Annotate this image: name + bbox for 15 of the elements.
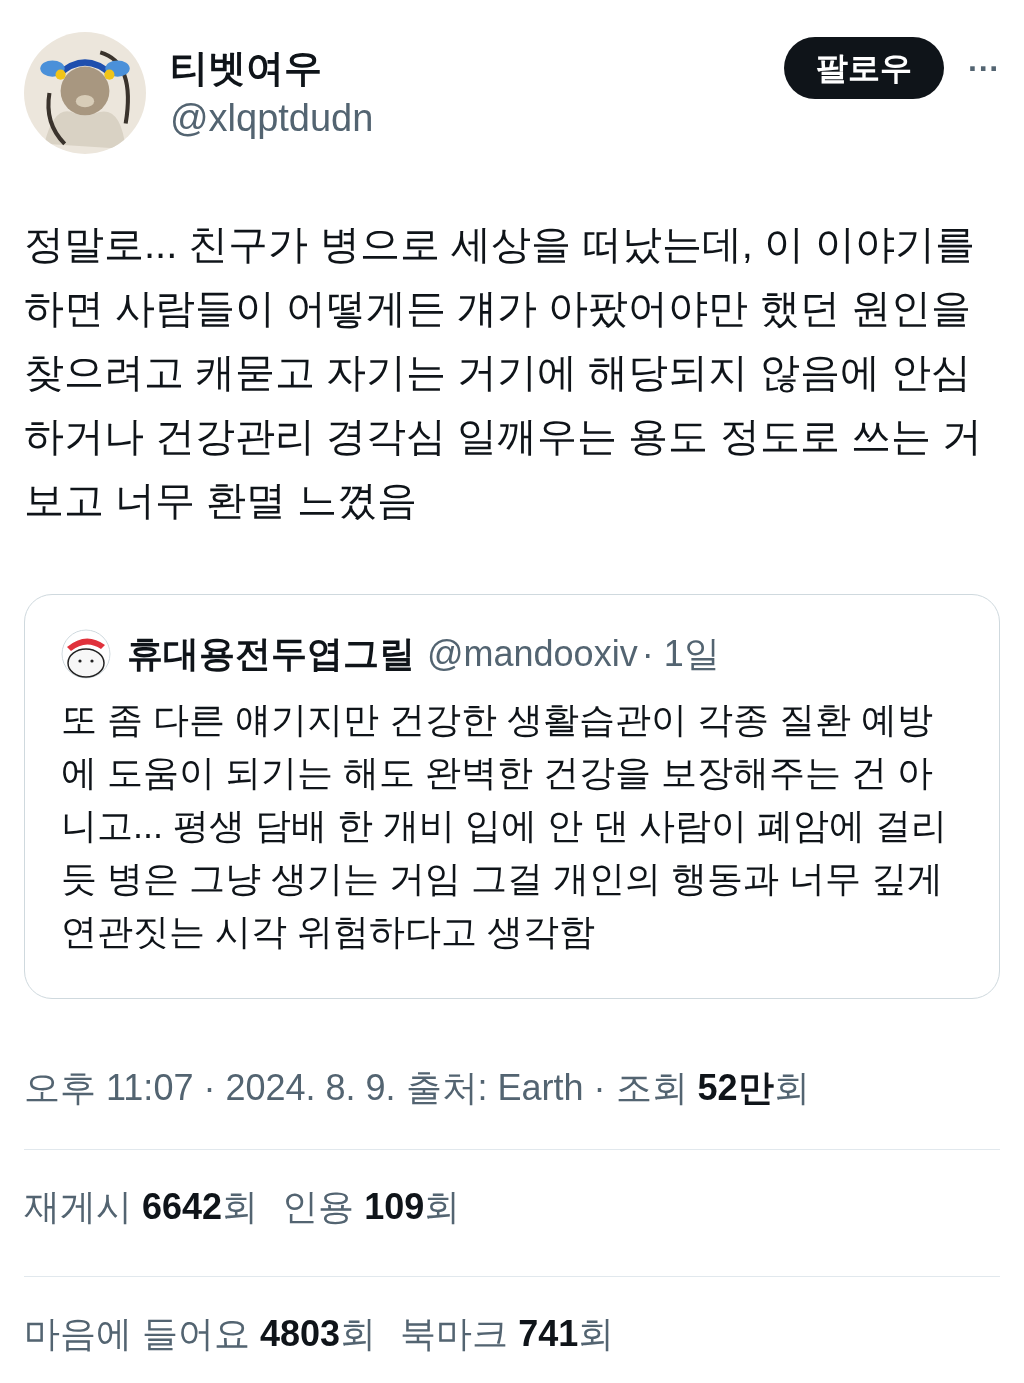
- quote-text: 또 좀 다른 얘기지만 건강한 생활습관이 각종 질환 예방에 도움이 되기는 해도 완벽한 건강을 보장해주는 건 아니고... 평생 담배 한 개비 입에 안 댄 사람이 폐암에 걸리듯 병은 그냥 생기는 거임 그걸 개인의 행동과 너무 깊게 연관짓는 시각 위험하다고 생각함: [61, 698, 949, 954]
- stat-count[interactable]: 인용 109회: [282, 1180, 461, 1234]
- stat-count[interactable]: 북마크 741회: [400, 1307, 615, 1361]
- stat-count[interactable]: 마음에 들어요 4803회: [24, 1307, 377, 1361]
- author-name[interactable]: 티벳여우: [170, 43, 785, 93]
- follow-button[interactable]: 팔로우: [784, 37, 945, 99]
- quote-author-handle: @mandooxiv: [427, 632, 638, 676]
- quote-card[interactable]: 휴대용전두엽그릴 @mandooxiv· 1일 또 좀 다른 얘기지만 건강한 생활습관이 각종 질환 예방에 도움이 되기는 해도 완벽한 건강을 보장해주는 건 아니고... 평생 담배 한 개비 입에 안 댄 사람이 폐암에 걸리듯 병은 그냥 생기는 거임 그걸 개인의 행동과 너무 깊게 연관짓는 시각 위험하다고 생각함: [24, 594, 1000, 999]
- stat-count[interactable]: 재게시 6642회: [24, 1180, 259, 1234]
- quote-time: · 1일: [641, 632, 720, 676]
- author-handle[interactable]: @xlqptdudn: [170, 93, 785, 143]
- more-button[interactable]: ···: [968, 44, 1000, 92]
- quote-author-name: 휴대용전두엽그릴: [127, 632, 415, 676]
- post-text: 정말로... 친구가 병으로 세상을 떠났는데, 이 이야기를 하면 사람들이 어떻게든 걔가 아팠어야만 했던 원인을 찾으려고 캐묻고 자기는 거기에 해당되지 않음에 안심하거나 건강관리 경각심 일깨우는 용도 정도로 쓰는 거 보고 너무 환멸 느꼈음: [23, 221, 983, 524]
- post-meta: 오후 11:07 · 2024. 8. 9. 출처: Earth · 조회 52만회: [23, 1066, 811, 1110]
